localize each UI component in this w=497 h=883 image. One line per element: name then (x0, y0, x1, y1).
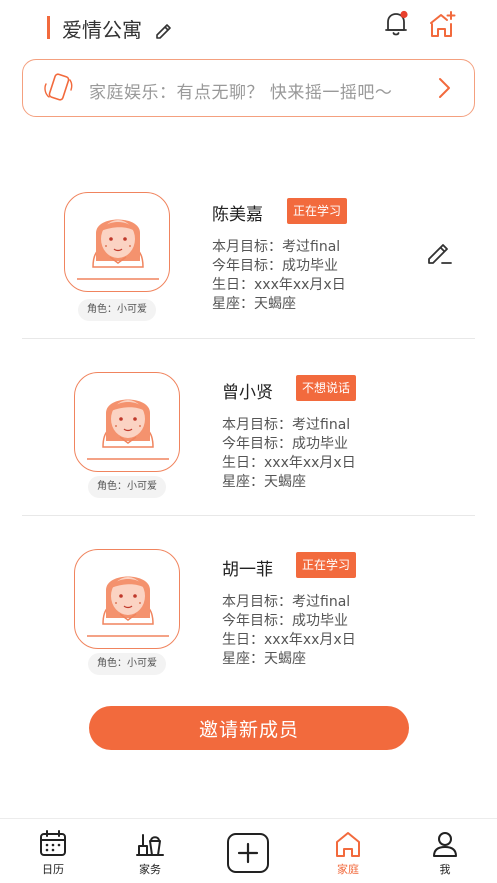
role-badge: 角色：小可爱 (88, 476, 166, 498)
edit-icon[interactable] (154, 20, 174, 40)
status-badge: 正在学习 (296, 552, 357, 578)
constellation: 星座：天蝎座 (212, 296, 296, 312)
person-icon (433, 832, 457, 857)
header: 爱情公寓 (0, 0, 497, 56)
page-title: 爱情公寓 (62, 18, 142, 42)
tab-label: 家务 (139, 863, 161, 876)
tab-label: 日历 (42, 863, 64, 876)
member-card[interactable]: 角色：小可爱 胡一菲 正在学习 本月目标：考过final 今年目标：成功毕业 生… (0, 537, 497, 697)
yearly-goal: 今年目标：成功毕业 (222, 613, 348, 629)
invite-member-button[interactable]: 邀请新成员 (89, 706, 409, 750)
chevron-right-icon[interactable] (433, 76, 455, 100)
yearly-goal: 今年目标：成功毕业 (222, 436, 348, 452)
entertainment-banner[interactable]: 家庭娱乐：有点无聊？ 快来摇一摇吧～ (22, 59, 475, 117)
yearly-goal: 今年目标：成功毕业 (212, 258, 338, 274)
divider (22, 515, 475, 516)
constellation: 星座：天蝎座 (222, 474, 306, 490)
status-badge: 不想说话 (296, 375, 357, 401)
broom-bucket-icon (136, 834, 164, 856)
tab-label: 我 (439, 863, 451, 876)
bell-icon[interactable] (383, 10, 409, 38)
home-add-icon[interactable] (427, 10, 457, 40)
member-name: 胡一菲 (222, 560, 273, 580)
role-badge: 角色：小可爱 (88, 653, 166, 675)
girl-avatar-icon (87, 399, 169, 460)
tab-chores[interactable]: 家务 (110, 819, 190, 883)
divider (22, 338, 475, 339)
avatar[interactable] (74, 372, 180, 472)
member-name: 陈美嘉 (212, 205, 263, 225)
tab-label: 家庭 (337, 863, 359, 876)
birthday: 生日：xxx年xx月x日 (212, 277, 346, 293)
phone-shake-icon (44, 73, 73, 101)
bottom-tab-bar: 日历 家务 家庭 我 (0, 818, 497, 883)
title-accent-bar (47, 16, 50, 39)
monthly-goal: 本月目标：考过final (212, 239, 341, 255)
add-button[interactable] (227, 833, 269, 873)
tab-calendar[interactable]: 日历 (13, 819, 93, 883)
avatar[interactable] (64, 192, 170, 292)
role-badge: 角色：小可爱 (78, 299, 156, 321)
avatar[interactable] (74, 549, 180, 649)
edit-icon[interactable] (425, 237, 453, 265)
girl-avatar-icon (77, 219, 159, 280)
home-icon (336, 832, 360, 857)
plus-icon (237, 842, 259, 864)
birthday: 生日：xxx年xx月x日 (222, 632, 356, 648)
member-name: 曾小贤 (222, 383, 273, 403)
monthly-goal: 本月目标：考过final (222, 594, 351, 610)
member-card[interactable]: 角色：小可爱 陈美嘉 正在学习 本月目标：考过final 今年目标：成功毕业 生… (0, 182, 497, 342)
girl-avatar-icon (87, 576, 169, 637)
monthly-goal: 本月目标：考过final (222, 417, 351, 433)
constellation: 星座：天蝎座 (222, 651, 306, 667)
calendar-icon (40, 830, 66, 856)
birthday: 生日：xxx年xx月x日 (222, 455, 356, 471)
status-badge: 正在学习 (287, 198, 348, 224)
tab-me[interactable]: 我 (405, 819, 485, 883)
tab-home[interactable]: 家庭 (308, 819, 388, 883)
member-card[interactable]: 角色：小可爱 曾小贤 不想说话 本月目标：考过final 今年目标：成功毕业 生… (0, 360, 497, 520)
banner-text: 家庭娱乐：有点无聊？ 快来摇一摇吧～ (89, 83, 393, 103)
